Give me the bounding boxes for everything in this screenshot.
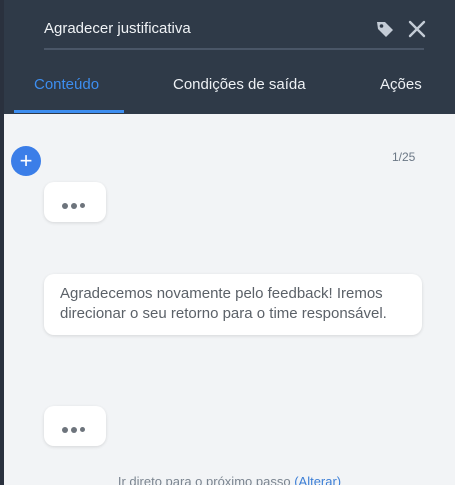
tab-conteudo[interactable]: Conteúdo — [34, 76, 99, 93]
typing-indicator-bubble[interactable] — [44, 406, 106, 446]
plus-icon: + — [19, 148, 33, 173]
panel-header: Agradecer justificativa Conteúdo Condiçõ… — [4, 0, 455, 114]
tag-icon[interactable] — [374, 18, 396, 40]
title-field[interactable]: Agradecer justificativa — [44, 12, 426, 50]
tab-acoes[interactable]: Ações — [380, 76, 422, 93]
step-title[interactable]: Agradecer justificativa — [44, 20, 191, 37]
next-step-note: Ir direto para o próximo passo (Alterar) — [4, 474, 455, 485]
tab-condicoes-de-saida[interactable]: Condições de saída — [173, 76, 306, 93]
typing-dots-icon — [62, 421, 88, 439]
editor-panel: Agradecer justificativa Conteúdo Condiçõ… — [4, 0, 455, 485]
add-content-button[interactable]: + — [11, 146, 41, 176]
content-area: + 1/25 Agradecemos novamente pelo feedba… — [4, 114, 455, 485]
content-counter: 1/25 — [392, 150, 416, 164]
change-next-step-link[interactable]: (Alterar) — [294, 474, 341, 485]
next-step-text: Ir direto para o próximo passo — [117, 474, 291, 485]
tab-bar: Conteúdo Condições de saída Ações — [4, 64, 455, 114]
typing-dots-icon — [62, 197, 88, 215]
close-icon[interactable] — [406, 18, 428, 40]
message-bubble[interactable]: Agradecemos novamente pelo feedback! Ire… — [44, 274, 422, 335]
active-tab-indicator — [14, 110, 124, 113]
typing-indicator-bubble[interactable] — [44, 182, 106, 222]
